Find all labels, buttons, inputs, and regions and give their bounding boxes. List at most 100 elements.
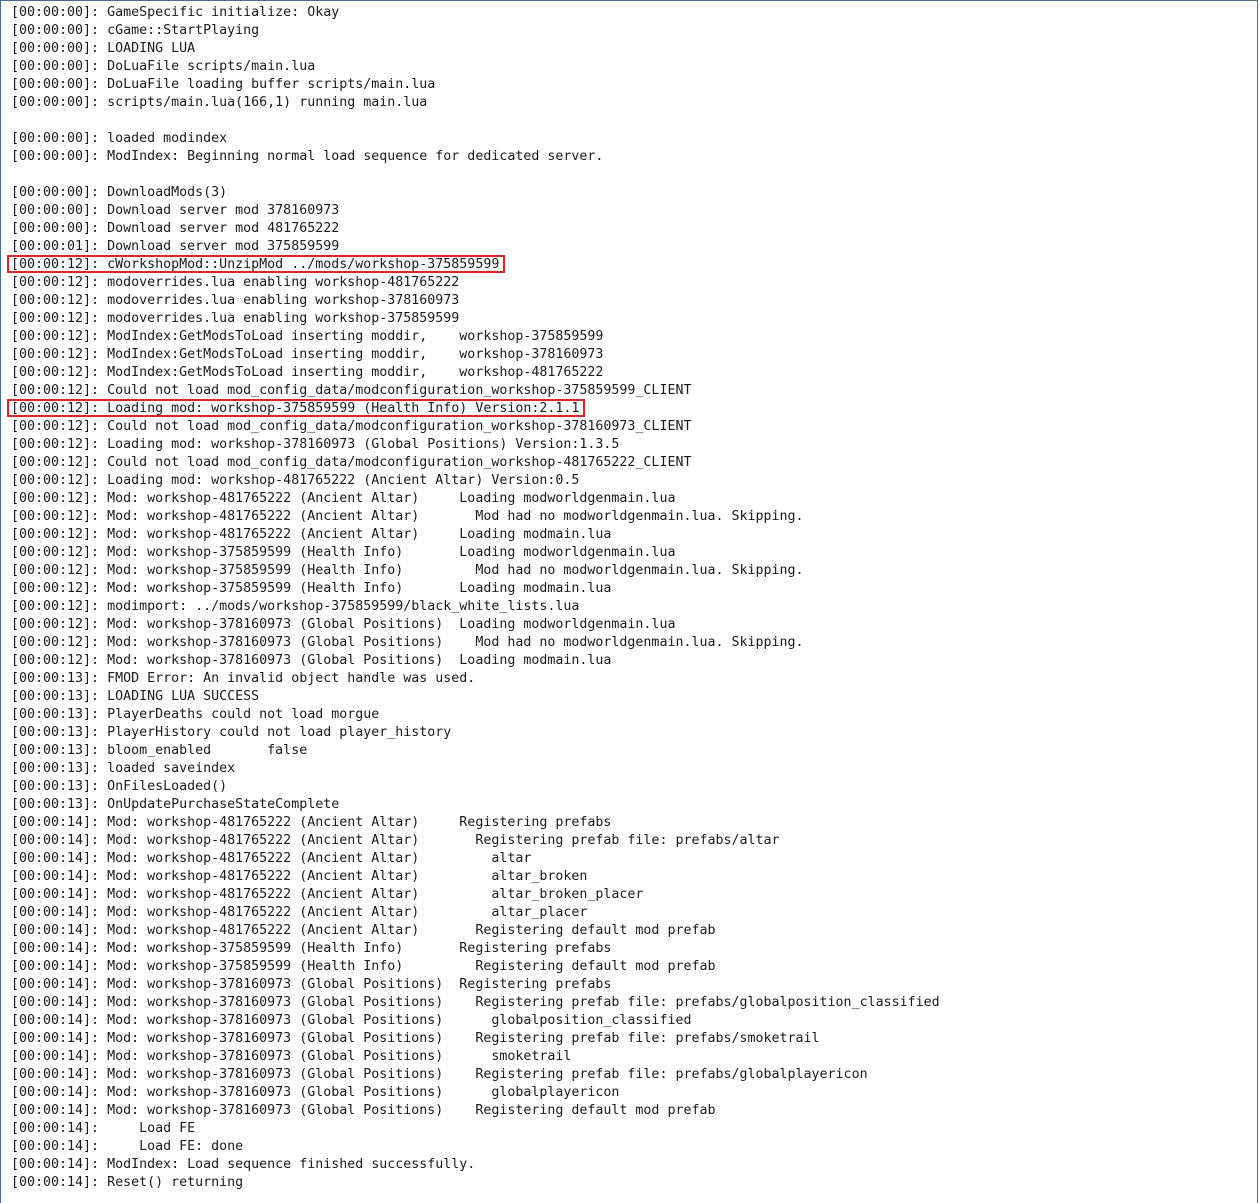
log-line-highlighted: [00:00:12]: Loading mod: workshop-375859… — [7, 399, 940, 418]
log-line: [00:00:12]: Loading mod: workshop-378160… — [11, 436, 940, 454]
log-line: [00:00:12]: Mod: workshop-378160973 (Glo… — [11, 616, 940, 634]
log-line-text: [00:00:12]: Mod: workshop-378160973 (Glo… — [11, 617, 676, 632]
log-line-text: [00:00:14]: Mod: workshop-378160973 (Glo… — [11, 1085, 620, 1100]
log-line-text: [00:00:12]: Could not load mod_config_da… — [11, 455, 692, 470]
log-line: [00:00:12]: ModIndex:GetModsToLoad inser… — [11, 328, 940, 346]
log-line-text: [00:00:12]: Mod: workshop-375859599 (Hea… — [11, 581, 612, 596]
log-line-text: [00:00:12]: modoverrides.lua enabling wo… — [11, 293, 460, 308]
log-line-text: [00:00:14]: Mod: workshop-481765222 (Anc… — [11, 851, 532, 866]
log-line: [00:00:12]: ModIndex:GetModsToLoad inser… — [11, 346, 940, 364]
log-line: [00:00:12]: Mod: workshop-375859599 (Hea… — [11, 544, 940, 562]
log-line-text: [00:00:12]: modoverrides.lua enabling wo… — [11, 275, 460, 290]
log-line-text: [00:00:14]: Mod: workshop-378160973 (Glo… — [11, 995, 940, 1010]
log-line: [00:00:14]: Mod: workshop-481765222 (Anc… — [11, 832, 940, 850]
log-line: [00:00:12]: Could not load mod_config_da… — [11, 382, 940, 400]
log-line: [00:00:13]: OnUpdatePurchaseStateComplet… — [11, 796, 940, 814]
log-line: [00:00:14]: Mod: workshop-375859599 (Hea… — [11, 958, 940, 976]
log-line-text: [00:00:00]: DoLuaFile scripts/main.lua — [11, 59, 316, 74]
log-line: [00:00:12]: Mod: workshop-481765222 (Anc… — [11, 490, 940, 508]
log-line-text: [00:00:14]: Mod: workshop-378160973 (Glo… — [11, 1031, 820, 1046]
log-line: [00:00:14]: Load FE — [11, 1120, 940, 1138]
log-line: [00:00:14]: ModIndex: Load sequence fini… — [11, 1156, 940, 1174]
log-line-text: [00:00:13]: OnUpdatePurchaseStateComplet… — [11, 797, 340, 812]
log-line: [00:00:13]: bloom_enabled false — [11, 742, 940, 760]
log-line: [00:00:00]: DoLuaFile scripts/main.lua — [11, 58, 940, 76]
log-line-text: [00:00:13]: PlayerDeaths could not load … — [11, 707, 380, 722]
log-line-text: [00:00:12]: ModIndex:GetModsToLoad inser… — [11, 329, 604, 344]
log-line: [00:00:12]: Could not load mod_config_da… — [11, 418, 940, 436]
log-line: [00:00:14]: Mod: workshop-481765222 (Anc… — [11, 922, 940, 940]
log-line: [00:00:13]: FMOD Error: An invalid objec… — [11, 670, 940, 688]
log-line-text: [00:00:00]: scripts/main.lua(166,1) runn… — [11, 95, 428, 110]
log-line-text: [00:00:14]: Mod: workshop-378160973 (Glo… — [11, 1067, 868, 1082]
log-line: [00:00:00]: loaded modindex — [11, 130, 940, 148]
log-line-text: [00:00:12]: Loading mod: workshop-481765… — [11, 473, 580, 488]
log-line-text: [00:00:00]: DownloadMods(3) — [11, 185, 228, 200]
log-line: [00:00:14]: Reset() returning — [11, 1174, 940, 1192]
log-line-text: [00:00:00]: LOADING LUA — [11, 41, 196, 56]
log-line: [00:00:14]: Mod: workshop-378160973 (Glo… — [11, 1030, 940, 1048]
log-line: [00:00:14]: Mod: workshop-378160973 (Glo… — [11, 1048, 940, 1066]
log-line: [00:00:12]: Mod: workshop-481765222 (Anc… — [11, 526, 940, 544]
log-line-text: [00:00:14]: Mod: workshop-481765222 (Anc… — [11, 905, 588, 920]
log-line: [00:00:12]: modoverrides.lua enabling wo… — [11, 274, 940, 292]
log-line-text: [00:00:00]: ModIndex: Beginning normal l… — [11, 149, 604, 164]
log-line: [00:00:12]: Mod: workshop-481765222 (Anc… — [11, 508, 940, 526]
log-line — [11, 166, 940, 184]
log-line-text: [00:00:12]: cWorkshopMod::UnzipMod ../mo… — [11, 257, 500, 272]
log-line-text: [00:00:13]: OnFilesLoaded() — [11, 779, 228, 794]
log-line: [00:00:14]: Mod: workshop-378160973 (Glo… — [11, 994, 940, 1012]
log-line: [00:00:12]: modoverrides.lua enabling wo… — [11, 310, 940, 328]
log-line-text: [00:00:13]: LOADING LUA SUCCESS — [11, 689, 260, 704]
log-line-text: [00:00:12]: Loading mod: workshop-378160… — [11, 437, 620, 452]
log-line-text: [00:00:12]: Mod: workshop-378160973 (Glo… — [11, 635, 804, 650]
log-line-text: [00:00:12]: ModIndex:GetModsToLoad inser… — [11, 347, 604, 362]
log-line: [00:00:14]: Mod: workshop-481765222 (Anc… — [11, 868, 940, 886]
log-line-text: [00:00:14]: Mod: workshop-481765222 (Anc… — [11, 815, 612, 830]
log-line: [00:00:14]: Mod: workshop-481765222 (Anc… — [11, 814, 940, 832]
log-line: [00:00:14]: Mod: workshop-481765222 (Anc… — [11, 886, 940, 904]
log-line: [00:00:14]: Mod: workshop-378160973 (Glo… — [11, 1084, 940, 1102]
log-line: [00:00:12]: Loading mod: workshop-481765… — [11, 472, 940, 490]
log-line-text: [00:00:01]: Download server mod 37585959… — [11, 239, 340, 254]
log-line-text: [00:00:12]: Could not load mod_config_da… — [11, 419, 692, 434]
log-line: [00:00:12]: Mod: workshop-378160973 (Glo… — [11, 652, 940, 670]
log-line: [00:00:12]: Mod: workshop-375859599 (Hea… — [11, 580, 940, 598]
console-log-window: [00:00:00]: GameSpecific initialize: Oka… — [0, 0, 1258, 1203]
log-line-text: [00:00:00]: Download server mod 37816097… — [11, 203, 340, 218]
log-line-text: [00:00:12]: Mod: workshop-375859599 (Hea… — [11, 545, 676, 560]
log-line: [00:00:14]: Mod: workshop-481765222 (Anc… — [11, 850, 940, 868]
log-line-text: [00:00:13]: FMOD Error: An invalid objec… — [11, 671, 476, 686]
log-line-text: [00:00:12]: Could not load mod_config_da… — [11, 383, 692, 398]
log-line-text: [00:00:12]: modoverrides.lua enabling wo… — [11, 311, 460, 326]
log-line: [00:00:14]: Mod: workshop-481765222 (Anc… — [11, 904, 940, 922]
log-line: [00:00:13]: PlayerHistory could not load… — [11, 724, 940, 742]
log-line-text: [00:00:00]: GameSpecific initialize: Oka… — [11, 5, 340, 20]
log-line-text: [00:00:12]: modimport: ../mods/workshop-… — [11, 599, 580, 614]
log-line-text: [00:00:14]: Mod: workshop-375859599 (Hea… — [11, 941, 612, 956]
log-line-text: [00:00:12]: Loading mod: workshop-375859… — [11, 401, 580, 416]
log-line: [00:00:12]: modimport: ../mods/workshop-… — [11, 598, 940, 616]
log-line: [00:00:12]: Mod: workshop-375859599 (Hea… — [11, 562, 940, 580]
log-line-text: [00:00:14]: Mod: workshop-481765222 (Anc… — [11, 923, 716, 938]
log-line: [00:00:00]: DoLuaFile loading buffer scr… — [11, 76, 940, 94]
log-line-text: [00:00:14]: Load FE: done — [11, 1139, 244, 1154]
log-line: [00:00:00]: DownloadMods(3) — [11, 184, 940, 202]
log-line: [00:00:13]: loaded saveindex — [11, 760, 940, 778]
log-line: [00:00:00]: Download server mod 48176522… — [11, 220, 940, 238]
log-line: [00:00:13]: PlayerDeaths could not load … — [11, 706, 940, 724]
log-line-text: [00:00:13]: PlayerHistory could not load… — [11, 725, 452, 740]
log-line-text: [00:00:13]: loaded saveindex — [11, 761, 236, 776]
log-line-text: [00:00:00]: Download server mod 48176522… — [11, 221, 340, 236]
log-line-text: [00:00:00]: DoLuaFile loading buffer scr… — [11, 77, 436, 92]
log-line — [11, 112, 940, 130]
log-line: [00:00:12]: Mod: workshop-378160973 (Glo… — [11, 634, 940, 652]
log-line-text: [00:00:00]: loaded modindex — [11, 131, 228, 146]
log-line-text: [00:00:14]: Mod: workshop-481765222 (Anc… — [11, 833, 780, 848]
log-line: [00:00:12]: modoverrides.lua enabling wo… — [11, 292, 940, 310]
log-line-text: [00:00:12]: Mod: workshop-378160973 (Glo… — [11, 653, 612, 668]
log-line: [00:00:01]: Download server mod 37585959… — [11, 238, 940, 256]
log-line-text: [00:00:14]: Mod: workshop-481765222 (Anc… — [11, 869, 588, 884]
log-line-text: [00:00:14]: Mod: workshop-378160973 (Glo… — [11, 1013, 692, 1028]
log-line: [00:00:00]: Download server mod 37816097… — [11, 202, 940, 220]
